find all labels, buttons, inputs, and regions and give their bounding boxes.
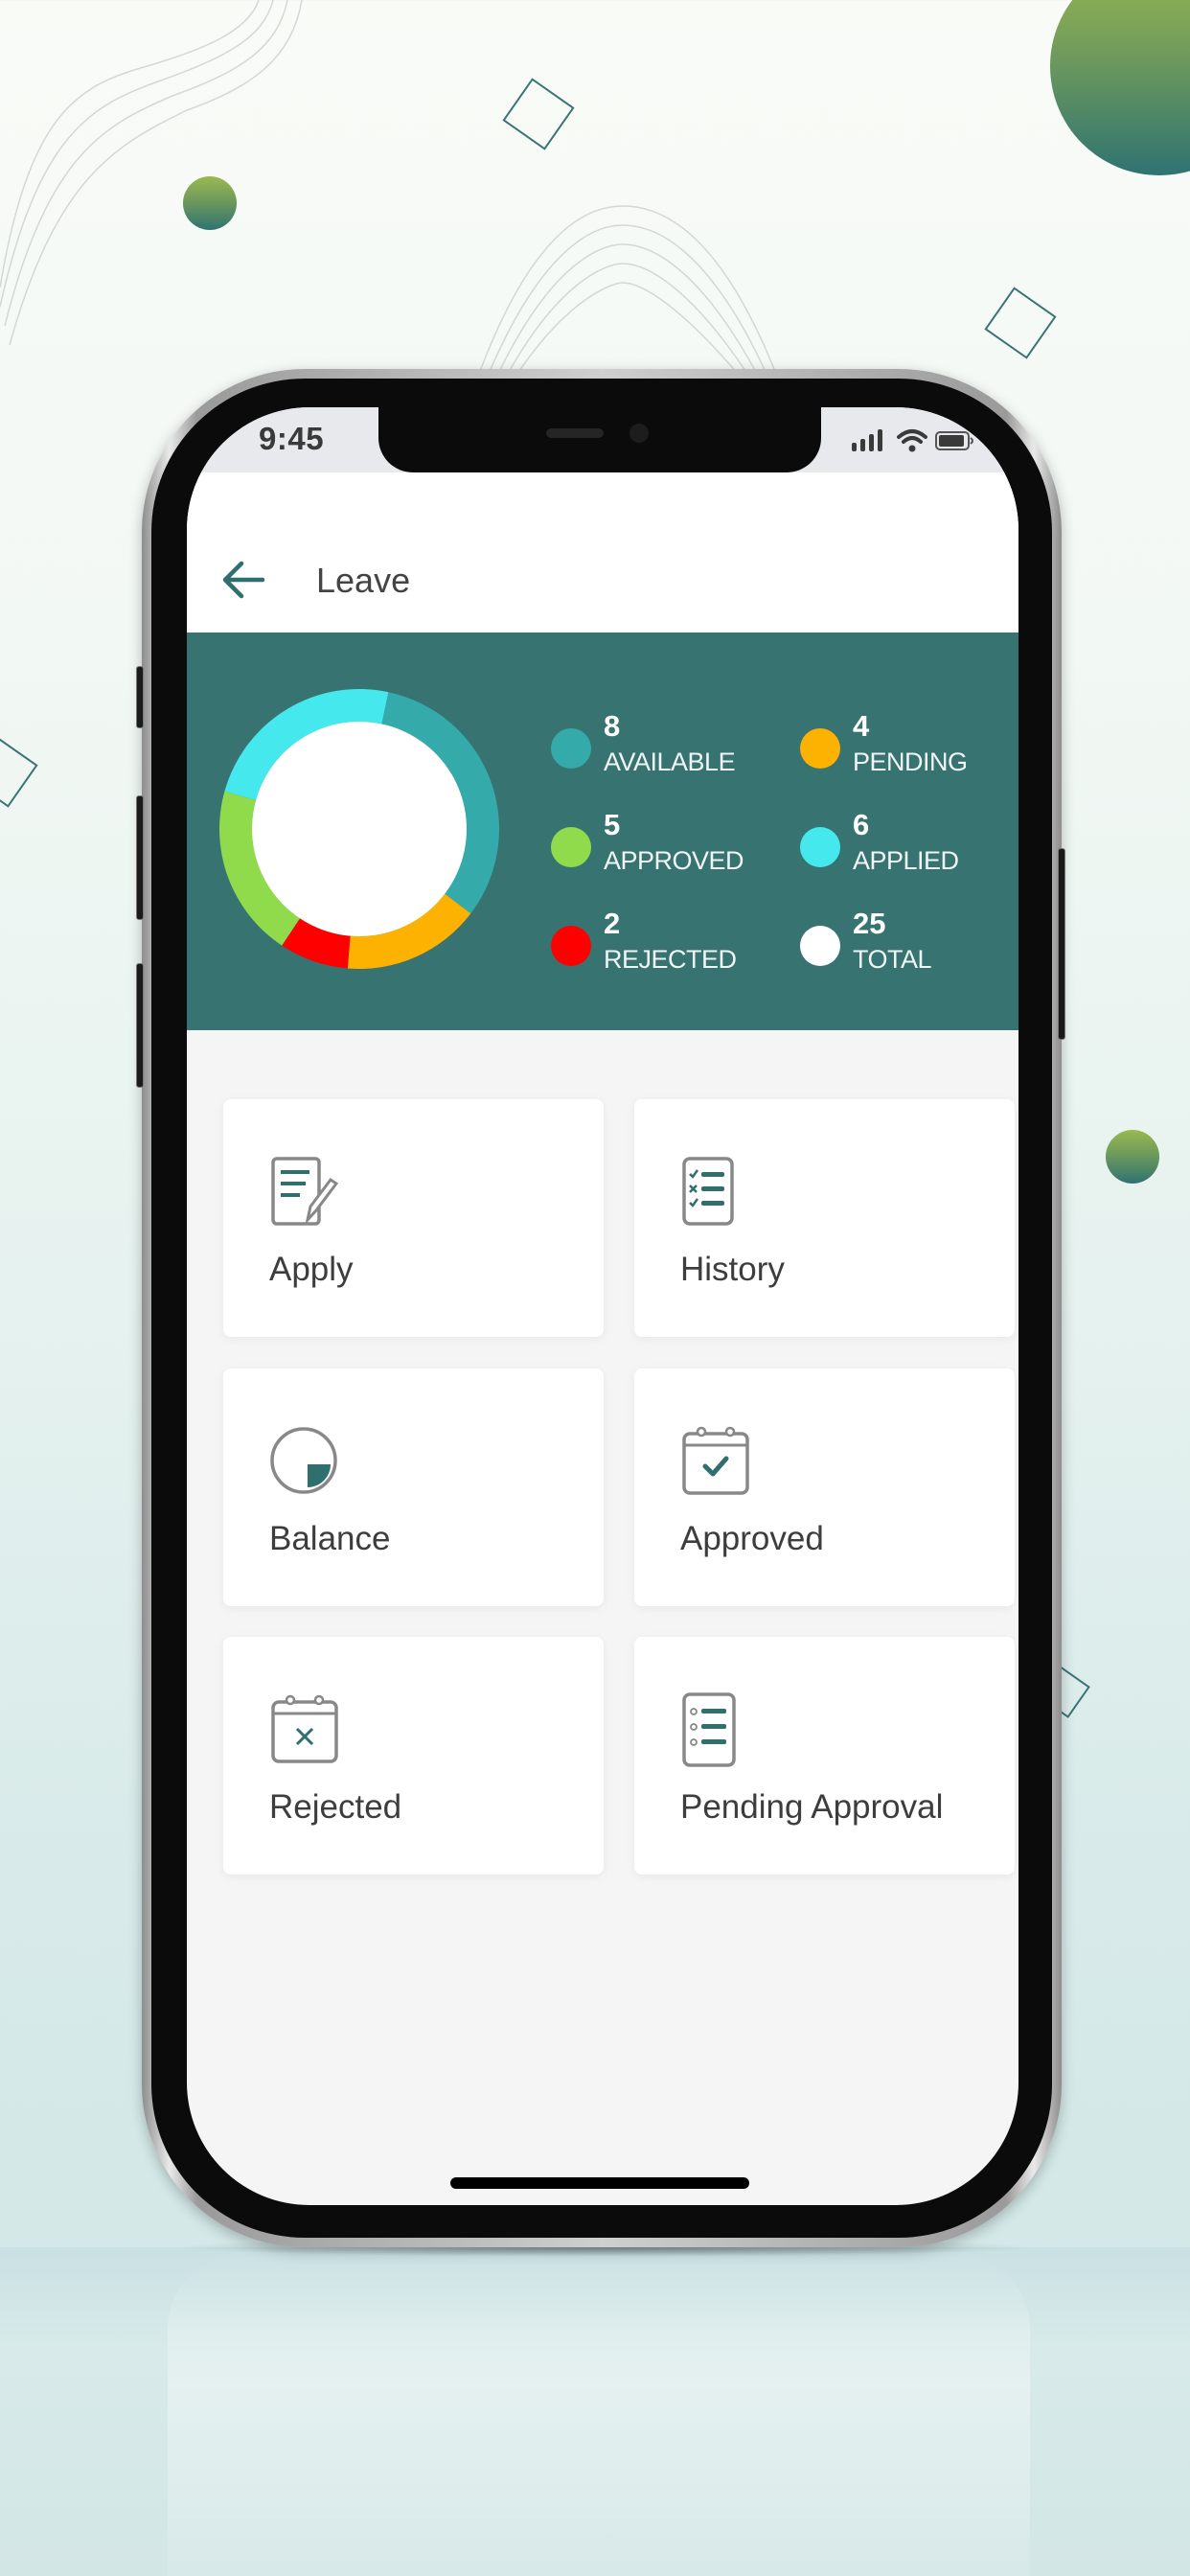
battery-icon [935,431,973,450]
app-header: Leave [187,472,1018,632]
phone-reflection [168,2252,1030,2576]
legend-dot-rejected [551,926,591,966]
calendar-x-icon [271,1694,338,1763]
legend-value: 4 [853,709,870,743]
status-icons [851,428,975,453]
legend-label: REJECTED [604,945,737,974]
legend-label: TOTAL [853,945,932,974]
legend-pending: 4 PENDING [800,709,1018,786]
balance-card[interactable]: Balance [223,1368,604,1606]
diamond-outline-decoration [0,735,38,808]
legend-value: 8 [604,709,621,743]
wifi-icon [897,429,927,452]
card-label: Approved [680,1520,824,1557]
mute-switch [136,666,144,728]
legend-dot-applied [800,827,840,867]
legend-label: APPROVED [604,846,744,875]
legend-available: 8 AVAILABLE [551,709,790,786]
leave-summary-panel: 8 AVAILABLE 4 PENDING 5 APPROVED 6 APPLI… [187,632,1018,1030]
earpiece-speaker [546,428,604,438]
legend-dot-pending [800,728,840,769]
apply-form-icon [271,1157,339,1226]
legend-label: APPLIED [853,846,959,875]
legend-label: AVAILABLE [604,748,736,776]
apply-card[interactable]: Apply [223,1099,604,1337]
small-gradient-circle-decoration [1106,1130,1159,1184]
legend-rejected: 2 REJECTED [551,907,790,983]
legend-value: 25 [853,907,886,940]
card-label: Balance [269,1520,391,1557]
calendar-check-icon [682,1426,749,1495]
history-checklist-icon [682,1157,734,1226]
cellular-signal-icon [852,429,882,451]
card-label: Apply [269,1251,354,1288]
leave-donut-chart [219,689,499,969]
page-title: Leave [316,561,411,600]
balance-pie-icon [270,1427,337,1494]
front-camera [629,424,649,443]
small-gradient-circle-decoration [183,176,237,230]
rejected-card[interactable]: Rejected [223,1637,604,1874]
donut-center [252,722,467,936]
legend-value: 2 [604,907,621,940]
legend-approved: 5 APPROVED [551,808,790,885]
card-label: History [680,1251,785,1288]
pending-list-icon [682,1692,736,1767]
pending-approval-card[interactable]: Pending Approval [634,1637,1015,1874]
power-button [1058,848,1065,1040]
legend-total: 25 TOTAL [800,907,1018,983]
status-time: 9:45 [259,421,325,456]
legend-value: 5 [604,808,621,841]
volume-up-button [136,795,144,920]
volume-down-button [136,963,144,1088]
home-indicator[interactable] [450,2177,749,2189]
legend-dot-approved [551,827,591,867]
phone-screen: 9:45 Leave 8 AVAILABLE 4 PENDING 5 APPRO… [187,407,1018,2205]
approved-card[interactable]: Approved [634,1368,1015,1606]
history-card[interactable]: History [634,1099,1015,1337]
back-button[interactable] [220,559,268,601]
notch [378,407,821,472]
card-label: Pending Approval [680,1788,944,1826]
legend-dot-available [551,728,591,769]
legend-value: 6 [853,808,870,841]
legend-applied: 6 APPLIED [800,808,1018,885]
arrow-left-icon [222,561,265,599]
legend-dot-total [800,926,840,966]
legend-label: PENDING [853,748,968,776]
card-label: Rejected [269,1788,402,1826]
